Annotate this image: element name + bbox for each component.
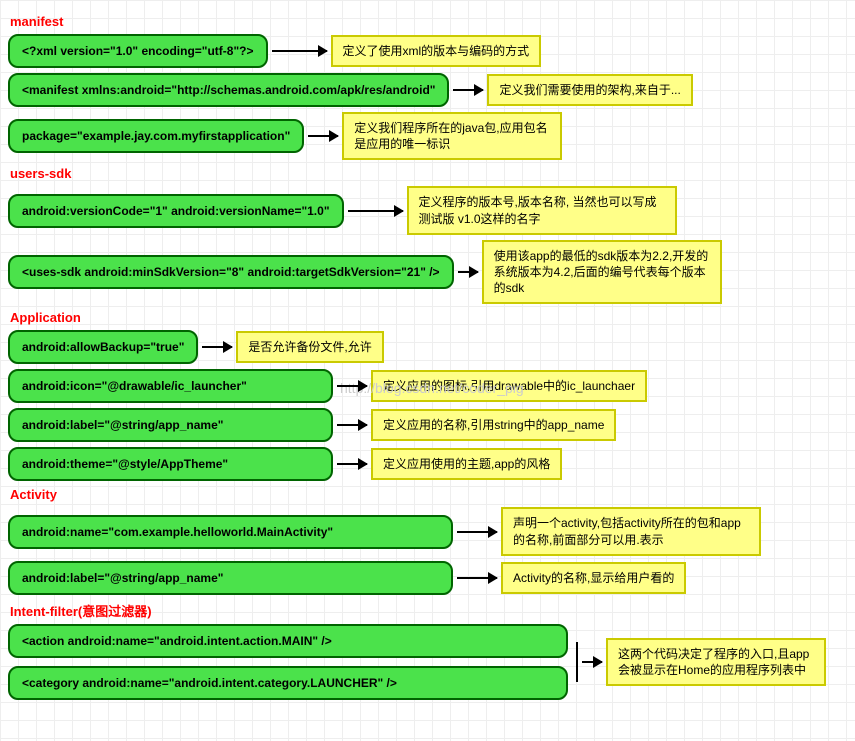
desc-version: 定义程序的版本号,版本名称, 当然也可以写成测试版 v1.0这样的名字 <box>407 186 677 234</box>
desc-allow-backup: 是否允许备份文件,允许 <box>236 331 383 363</box>
arrow-icon <box>348 210 403 212</box>
code-activity-label: android:label="@string/app_name" <box>8 561 453 595</box>
row-app-label: android:label="@string/app_name" 定义应用的名称… <box>8 408 847 442</box>
row-icon: android:icon="@drawable/ic_launcher" 定义应… <box>8 369 847 403</box>
desc-xml-decl: 定义了使用xml的版本与编码的方式 <box>331 35 542 67</box>
code-xml-decl: <?xml version="1.0" encoding="utf-8"?> <box>8 34 268 68</box>
desc-icon: 定义应用的图标,引用drawable中的ic_launchaer <box>371 370 647 402</box>
code-activity-name: android:name="com.example.helloworld.Mai… <box>8 515 453 549</box>
desc-manifest-tag: 定义我们需要使用的架构,来自于... <box>487 74 692 106</box>
arrow-icon <box>202 346 232 348</box>
arrow-icon <box>457 577 497 579</box>
code-manifest-tag: <manifest xmlns:android="http://schemas.… <box>8 73 449 107</box>
code-app-label: android:label="@string/app_name" <box>8 408 333 442</box>
section-title-manifest: manifest <box>10 14 847 29</box>
section-title-intent-filter: Intent-filter(意图过滤器) <box>10 601 847 620</box>
desc-app-label: 定义应用的名称,引用string中的app_name <box>371 409 616 441</box>
row-version: android:versionCode="1" android:versionN… <box>8 186 847 234</box>
row-activity-label: android:label="@string/app_name" Activit… <box>8 561 847 595</box>
row-manifest-tag: <manifest xmlns:android="http://schemas.… <box>8 73 847 107</box>
section-title-users-sdk: users-sdk <box>10 166 847 181</box>
code-version: android:versionCode="1" android:versionN… <box>8 194 344 228</box>
desc-theme: 定义应用使用的主题,app的风格 <box>371 448 562 480</box>
arrow-icon <box>272 50 327 52</box>
code-package: package="example.jay.com.myfirstapplicat… <box>8 119 304 153</box>
arrow-icon <box>457 531 497 533</box>
arrow-icon <box>582 661 602 663</box>
code-uses-sdk: <uses-sdk android:minSdkVersion="8" andr… <box>8 255 454 289</box>
row-uses-sdk: <uses-sdk android:minSdkVersion="8" andr… <box>8 240 847 305</box>
desc-uses-sdk: 使用该app的最低的sdk版本为2.2,开发的系统版本为4.2,后面的编号代表每… <box>482 240 722 305</box>
arrow-icon <box>308 135 338 137</box>
code-allow-backup: android:allowBackup="true" <box>8 330 198 364</box>
code-theme: android:theme="@style/AppTheme" <box>8 447 333 481</box>
code-icon: android:icon="@drawable/ic_launcher" <box>8 369 333 403</box>
section-title-activity: Activity <box>10 487 847 502</box>
arrow-icon <box>458 271 478 273</box>
desc-activity-label: Activity的名称,显示给用户看的 <box>501 562 686 594</box>
arrow-icon <box>337 385 367 387</box>
row-theme: android:theme="@style/AppTheme" 定义应用使用的主… <box>8 447 847 481</box>
desc-intent-filter: 这两个代码决定了程序的入口,且app会被显示在Home的应用程序列表中 <box>606 638 826 686</box>
row-allow-backup: android:allowBackup="true" 是否允许备份文件,允许 <box>8 330 847 364</box>
desc-activity-name: 声明一个activity,包括activity所在的包和app的名称,前面部分可… <box>501 507 761 555</box>
arrow-icon <box>337 463 367 465</box>
desc-package: 定义我们程序所在的java包,应用包名是应用的唯一标识 <box>342 112 562 160</box>
code-intent-category: <category android:name="android.intent.c… <box>8 666 568 700</box>
row-intent-filter-group: <action android:name="android.intent.act… <box>8 624 847 700</box>
section-title-application: Application <box>10 310 847 325</box>
arrow-icon <box>453 89 483 91</box>
row-package: package="example.jay.com.myfirstapplicat… <box>8 112 847 160</box>
arrow-icon <box>337 424 367 426</box>
row-activity-name: android:name="com.example.helloworld.Mai… <box>8 507 847 555</box>
row-xml-decl: <?xml version="1.0" encoding="utf-8"?> 定… <box>8 34 847 68</box>
code-intent-action: <action android:name="android.intent.act… <box>8 624 568 658</box>
